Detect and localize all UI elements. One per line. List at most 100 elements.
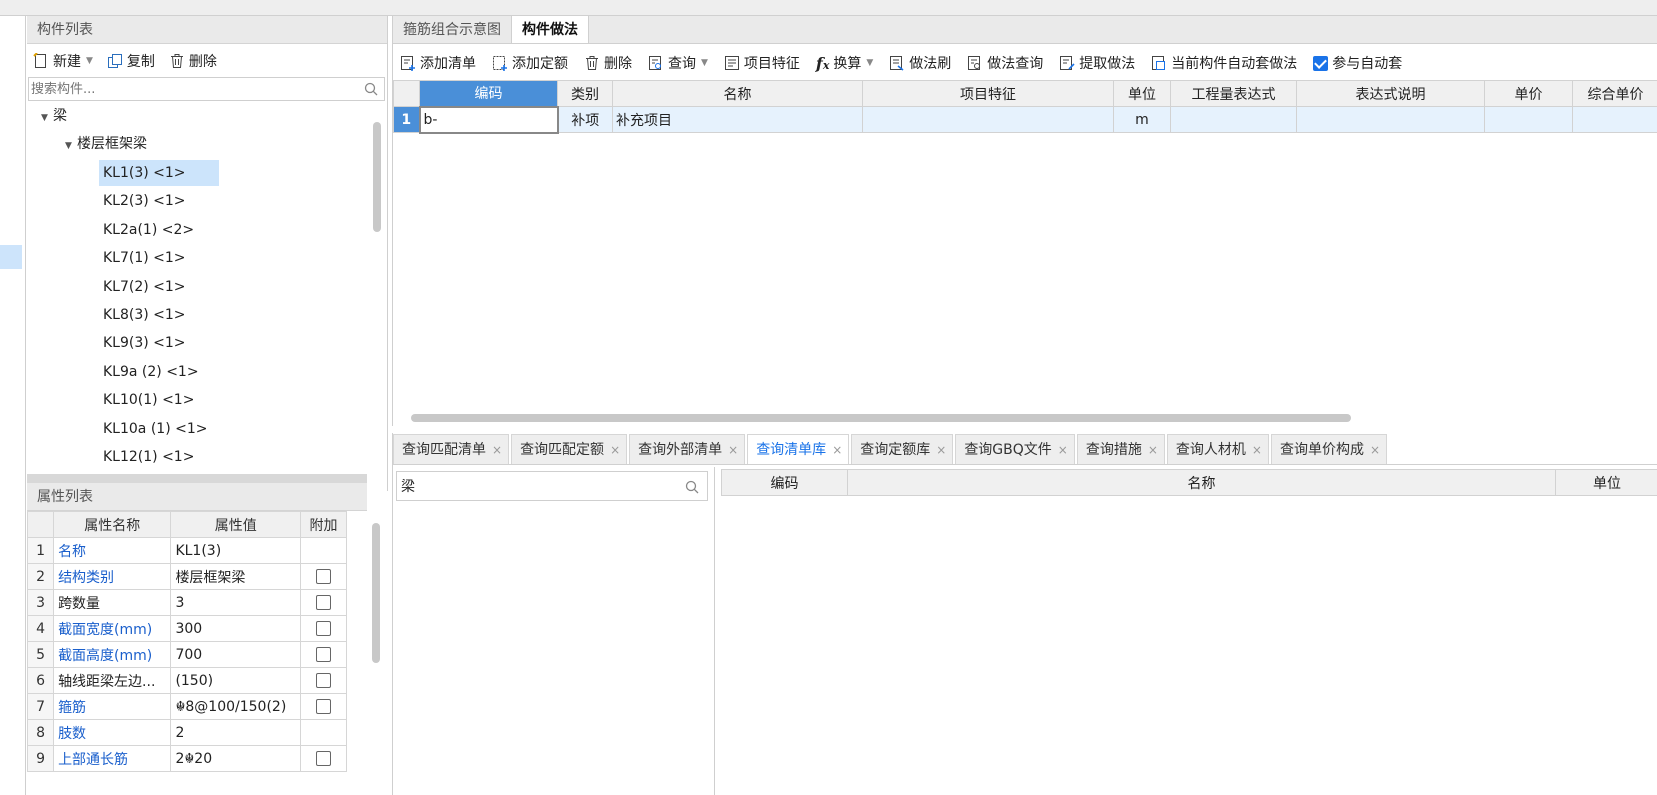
tab-stirrup-diagram[interactable]: 箍筋组合示意图 <box>393 16 512 43</box>
component-search-input[interactable] <box>29 78 349 100</box>
unit-header[interactable]: 单位 <box>1113 80 1171 107</box>
method-brush-button[interactable]: 做法刷 <box>889 53 951 73</box>
expr-header[interactable]: 工程量表达式 <box>1170 80 1297 107</box>
tree-item[interactable]: KL9a (2) <1> <box>103 359 199 385</box>
tree-item[interactable]: KL1(3) <1> <box>99 160 219 186</box>
code-cell[interactable]: b- <box>418 105 559 134</box>
property-value[interactable]: ☬8@100/150(2) <box>170 693 302 720</box>
table-row[interactable]: 9 上部通长筋 2☬20 <box>26 745 347 772</box>
extra-checkbox[interactable] <box>316 569 332 584</box>
query-dropdown-icon[interactable]: ▼ <box>701 58 708 68</box>
left-strip-selected[interactable] <box>0 245 22 269</box>
table-row[interactable]: 4 截面宽度(mm) 300 <box>26 615 347 642</box>
property-value[interactable]: 700 <box>170 641 302 668</box>
item-feature-button[interactable]: 项目特征 <box>724 53 800 73</box>
convert-button[interactable]: fx 换算 ▼ <box>816 53 873 73</box>
close-icon[interactable]: × <box>610 443 620 457</box>
total-price-header[interactable]: 综合单价 <box>1572 80 1657 107</box>
expr-cell[interactable] <box>1170 106 1297 133</box>
feature-header[interactable]: 项目特征 <box>862 80 1114 107</box>
tree-scrollbar[interactable] <box>373 122 381 232</box>
name-cell[interactable]: 补充项目 <box>612 106 863 133</box>
new-dropdown-icon[interactable]: ▼ <box>86 56 93 66</box>
feature-cell[interactable] <box>862 106 1114 133</box>
tab-query-match-quota[interactable]: 查询匹配定额 × <box>511 434 628 464</box>
total-price-cell[interactable] <box>1572 106 1657 133</box>
tree-item[interactable]: KL10a (1) <1> <box>103 416 207 442</box>
search-icon[interactable] <box>685 480 699 494</box>
tree-item[interactable]: KL2(3) <1> <box>103 188 186 214</box>
tree-item[interactable]: KL7(1) <1> <box>103 245 186 271</box>
property-value[interactable]: 2☬20 <box>170 745 302 772</box>
table-row[interactable]: 5 截面高度(mm) 700 <box>26 641 347 668</box>
auto-apply-button[interactable]: 当前构件自动套做法 <box>1151 53 1297 73</box>
tree-item[interactable]: KL7(2) <1> <box>103 274 186 300</box>
delete-button[interactable]: 删除 <box>169 51 217 71</box>
table-row[interactable]: 1 名称 KL1(3) <box>26 537 347 564</box>
close-icon[interactable]: × <box>1148 443 1158 457</box>
close-icon[interactable]: × <box>936 443 946 457</box>
tab-query-match-list[interactable]: 查询匹配清单 × <box>393 434 510 464</box>
property-value[interactable]: 楼层框架梁 <box>170 563 302 590</box>
tab-query-external-list[interactable]: 查询外部清单 × <box>629 434 746 464</box>
copy-button[interactable]: 复制 <box>107 51 155 71</box>
tree-item[interactable]: KL8(3) <1> <box>103 302 186 328</box>
expr-desc-cell[interactable] <box>1296 106 1485 133</box>
expr-desc-header[interactable]: 表达式说明 <box>1296 80 1485 107</box>
extra-checkbox[interactable] <box>316 647 332 662</box>
price-cell[interactable] <box>1484 106 1573 133</box>
price-header[interactable]: 单价 <box>1484 80 1573 107</box>
search-icon[interactable] <box>364 82 378 96</box>
property-value[interactable]: 3 <box>170 589 302 616</box>
tab-query-labor-material[interactable]: 查询人材机 × <box>1166 434 1269 464</box>
extra-checkbox[interactable] <box>316 595 332 610</box>
add-quota-button[interactable]: 添加定额 <box>492 53 568 73</box>
property-scrollbar[interactable] <box>372 523 380 663</box>
add-list-button[interactable]: 添加清单 <box>400 53 476 73</box>
unit-cell[interactable]: m <box>1113 106 1171 133</box>
method-delete-button[interactable]: 删除 <box>584 53 632 73</box>
close-icon[interactable]: × <box>832 443 842 457</box>
tree-root[interactable]: ▼ 梁 <box>41 103 67 129</box>
extract-method-button[interactable]: 提取做法 <box>1059 53 1135 73</box>
result-code-header[interactable]: 编码 <box>721 469 848 496</box>
property-value[interactable]: 300 <box>170 615 302 642</box>
close-icon[interactable]: × <box>492 443 502 457</box>
tree-item[interactable]: KL12(1) <1> <box>103 444 194 470</box>
participate-auto-toggle[interactable]: 参与自动套 <box>1313 53 1402 73</box>
collapse-icon[interactable]: ▼ <box>41 105 53 131</box>
property-value[interactable]: 2 <box>170 719 302 746</box>
query-search[interactable] <box>396 471 708 501</box>
tab-query-unit-price[interactable]: 查询单价构成 × <box>1270 434 1388 464</box>
tree-item[interactable]: KL10(1) <1> <box>103 387 194 413</box>
tree-item[interactable]: KL9(3) <1> <box>103 330 186 356</box>
table-row[interactable]: 7 箍筋 ☬8@100/150(2) <box>26 693 347 720</box>
close-icon[interactable]: × <box>1058 443 1068 457</box>
tab-query-measures[interactable]: 查询措施 × <box>1076 434 1165 464</box>
extra-checkbox[interactable] <box>316 699 332 714</box>
tab-query-quota-library[interactable]: 查询定额库 × <box>851 434 954 464</box>
table-row[interactable]: 3 跨数量 3 <box>26 589 347 616</box>
query-button[interactable]: 查询 ▼ <box>648 53 708 73</box>
close-icon[interactable]: × <box>1370 443 1380 457</box>
property-value[interactable]: KL1(3) <box>170 537 302 564</box>
extra-checkbox[interactable] <box>316 673 332 688</box>
category-cell[interactable]: 补项 <box>557 106 613 133</box>
close-icon[interactable]: × <box>728 443 738 457</box>
table-row[interactable]: 1 b- 补项 补充项目 m <box>393 105 1657 134</box>
name-header[interactable]: 名称 <box>612 80 863 107</box>
property-value[interactable]: (150) <box>170 667 302 694</box>
table-row[interactable]: 2 结构类别 楼层框架梁 <box>26 563 347 590</box>
tab-query-list-library[interactable]: 查询清单库 × <box>747 434 850 464</box>
extra-checkbox[interactable] <box>316 621 332 636</box>
close-icon[interactable]: × <box>1252 443 1262 457</box>
tab-query-gbq-file[interactable]: 查询GBQ文件 × <box>955 434 1075 464</box>
query-search-input[interactable] <box>397 472 677 500</box>
component-search[interactable] <box>28 77 385 101</box>
result-name-header[interactable]: 名称 <box>847 469 1556 496</box>
tree-group[interactable]: ▼ 楼层框架梁 <box>65 131 147 157</box>
table-row[interactable]: 8 肢数 2 <box>26 719 347 746</box>
participate-auto-checkbox[interactable] <box>1313 55 1329 71</box>
result-unit-header[interactable]: 单位 <box>1555 469 1657 496</box>
tree-item[interactable]: KL2a(1) <2> <box>103 217 194 243</box>
